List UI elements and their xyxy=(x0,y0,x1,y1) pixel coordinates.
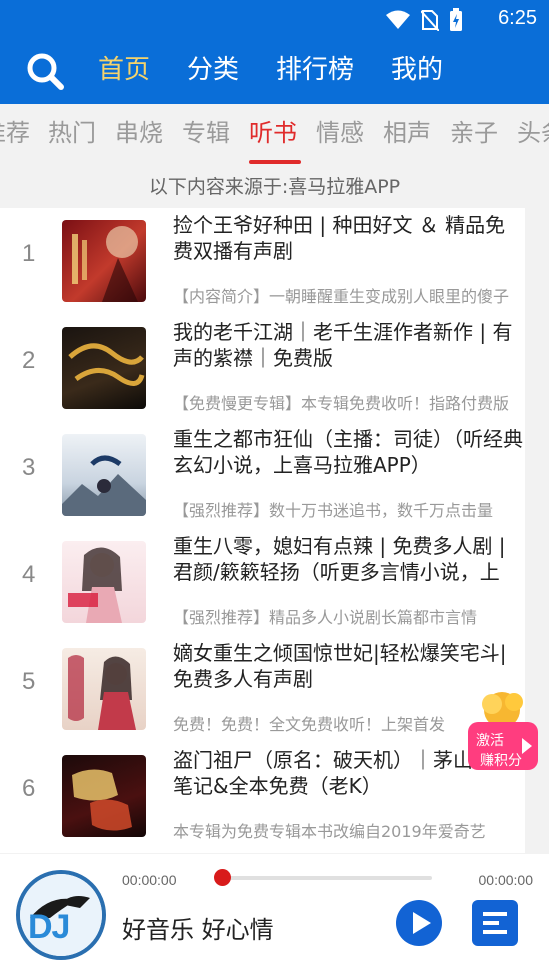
item-description: 【免费慢更专辑】本专辑免费收听！指路付费版 xyxy=(173,394,510,413)
item-description: 【内容简介】一朝睡醒重生变成别人眼里的傻子 xyxy=(173,287,510,306)
item-title: 重生之都市狂仙（主播：司徒）（听经典玄幻小说，上喜马拉雅APP） xyxy=(173,427,523,477)
promo-float-button[interactable]: 激活 赚积分 xyxy=(462,688,544,778)
nav-ranking[interactable]: 排行榜 xyxy=(276,50,354,90)
cover-image xyxy=(62,541,146,623)
tab-family[interactable]: 亲子 xyxy=(450,116,498,150)
cover-image xyxy=(62,220,146,302)
status-bar: 6:25 xyxy=(0,0,549,36)
list-item[interactable]: 3 重生之都市狂仙（主播：司徒）（听经典玄幻小说，上喜马拉雅APP） 【强烈推荐… xyxy=(0,422,525,529)
current-time: 00:00:00 xyxy=(122,872,177,888)
item-title: 我的老千江湖｜老千生涯作者新作 | 有声的紫襟｜免费版 xyxy=(173,320,513,370)
progress-track[interactable] xyxy=(220,876,432,880)
tab-emotion[interactable]: 情感 xyxy=(316,116,364,150)
total-time: 00:00:00 xyxy=(478,872,534,888)
cover-image xyxy=(62,327,146,409)
avatar-text: DJ xyxy=(28,908,70,946)
item-rank: 1 xyxy=(22,240,36,267)
item-title: 嫡女重生之倾国惊世妃|轻松爆笑宅斗|免费多人有声剧 xyxy=(173,641,507,691)
item-rank: 5 xyxy=(22,668,36,695)
promo-line1: 激活 xyxy=(476,733,504,749)
category-tabs: 推荐 热门 串烧 专辑 听书 情感 相声 亲子 头条 xyxy=(0,104,549,166)
tab-recommend[interactable]: 推荐 xyxy=(0,116,30,150)
tab-headlines[interactable]: 头条 xyxy=(517,116,549,150)
top-header: 首页 分类 排行榜 我的 xyxy=(0,36,549,104)
nav-home[interactable]: 首页 xyxy=(98,50,150,90)
main-nav: 首页 分类 排行榜 我的 xyxy=(98,50,480,90)
promo-line2: 赚积分 xyxy=(480,753,522,769)
status-icons xyxy=(385,8,463,32)
playlist-button[interactable] xyxy=(472,900,518,946)
item-title: 重生八零，媳妇有点辣 | 免费多人剧 | 君颜/簌簌轻扬（听更多言情小说，上 xyxy=(173,534,506,584)
tab-hot[interactable]: 热门 xyxy=(48,116,96,150)
battery-charging-icon xyxy=(450,8,462,31)
play-button[interactable] xyxy=(396,900,442,946)
nav-category[interactable]: 分类 xyxy=(187,50,239,90)
progress-knob[interactable] xyxy=(214,869,231,886)
mini-player: DJ 00:00:00 00:00:00 好音乐 好心情 xyxy=(0,854,549,976)
audiobook-list: 1 捡个王爷好种田 | 种田好文 ＆ 精品免费双播有声剧 【内容简介】一朝睡醒重… xyxy=(0,208,525,853)
item-description: 本专辑为免费专辑本书改编自2019年爱奇艺 xyxy=(173,822,486,841)
item-rank: 3 xyxy=(22,454,36,481)
tab-album[interactable]: 专辑 xyxy=(182,116,230,150)
cover-image xyxy=(62,755,146,837)
item-description: 【强烈推荐】精品多人小说剧长篇都市言情 xyxy=(173,608,478,627)
cover-image xyxy=(62,648,146,730)
active-tab-indicator xyxy=(249,160,301,164)
song-title: 好音乐 好心情 xyxy=(122,916,274,944)
list-item[interactable]: 5 嫡女重生之倾国惊世妃|轻松爆笑宅斗|免费多人有声剧 免费！免费！全文免费收听… xyxy=(0,636,525,743)
status-time: 6:25 xyxy=(498,7,537,29)
playlist-icon xyxy=(483,912,507,934)
tab-crosstalk[interactable]: 相声 xyxy=(383,116,431,150)
tab-medley[interactable]: 串烧 xyxy=(115,116,163,150)
nav-mine[interactable]: 我的 xyxy=(391,50,443,90)
dj-avatar[interactable]: DJ xyxy=(16,870,106,960)
no-sim-icon xyxy=(421,10,439,31)
cover-image xyxy=(62,434,146,516)
list-item[interactable]: 2 我的老千江湖｜老千生涯作者新作 | 有声的紫襟｜免费版 【免费慢更专辑】本专… xyxy=(0,315,525,422)
search-icon[interactable] xyxy=(26,52,64,90)
wifi-icon xyxy=(386,10,410,29)
list-item[interactable]: 6 盗门祖尸（原名：破天机）｜茅山盗墓笔记&全本免费（老K） 本专辑为免费专辑本… xyxy=(0,743,525,850)
list-item[interactable]: 1 捡个王爷好种田 | 种田好文 ＆ 精品免费双播有声剧 【内容简介】一朝睡醒重… xyxy=(0,208,525,315)
play-icon xyxy=(413,912,431,934)
tab-audiobook[interactable]: 听书 xyxy=(249,116,297,150)
list-item[interactable]: 4 重生八零，媳妇有点辣 | 免费多人剧 | 君颜/簌簌轻扬（听更多言情小说，上… xyxy=(0,529,525,636)
item-description: 【强烈推荐】数十万书迷追书，数千万点击量 xyxy=(173,501,494,520)
app-root: { "status_bar": {"time": "6:25"}, "heade… xyxy=(0,0,549,976)
item-rank: 6 xyxy=(22,775,36,802)
item-title: 捡个王爷好种田 | 种田好文 ＆ 精品免费双播有声剧 xyxy=(173,213,506,263)
item-rank: 4 xyxy=(22,561,36,588)
source-notice: 以下内容来源于:喜马拉雅APP xyxy=(148,176,401,198)
item-rank: 2 xyxy=(22,347,36,374)
